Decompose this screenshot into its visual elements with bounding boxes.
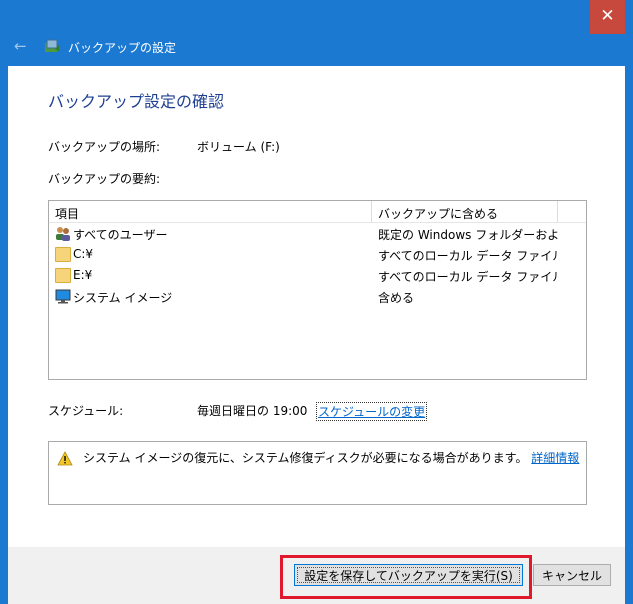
close-button[interactable]: ✕ (590, 0, 625, 34)
column-divider[interactable] (557, 201, 558, 222)
schedule-value: 毎週日曜日の 19:00 (197, 404, 308, 418)
item-name: C:¥ (73, 247, 94, 261)
dialog-footer: 設定を保存してバックアップを実行(S) キャンセル (8, 547, 625, 604)
list-item[interactable]: すべてのユーザー 既定の Windows フォルダーおよ... (49, 223, 586, 244)
column-header-include[interactable]: バックアップに含める (378, 205, 498, 222)
title-bar: ✕ ← バックアップの設定 (0, 0, 633, 66)
folder-icon (55, 268, 71, 283)
item-name: システム イメージ (73, 291, 173, 305)
change-schedule-link[interactable]: スケジュールの変更 (316, 402, 428, 421)
schedule-label: スケジュール: (48, 404, 124, 418)
item-include: すべてのローカル データ ファイル (378, 270, 558, 284)
warning-text: システム イメージの復元に、システム修復ディスクが必要になる場合があります。 (83, 451, 528, 465)
summary-label: バックアップの要約: (48, 172, 161, 186)
list-item[interactable]: E:¥ すべてのローカル データ ファイル (49, 265, 586, 286)
main-content: バックアップ設定の確認 バックアップの場所: ボリューム (F:) バックアップ… (8, 66, 625, 547)
highlight-annotation (280, 555, 532, 599)
column-divider[interactable] (371, 201, 372, 222)
close-icon: ✕ (600, 6, 615, 26)
monitor-icon (55, 289, 71, 304)
warning-panel: システム イメージの復元に、システム修復ディスクが必要になる場合があります。 詳… (48, 441, 587, 505)
back-arrow-icon[interactable]: ← (14, 37, 27, 55)
item-include: 含める (378, 291, 415, 305)
location-label: バックアップの場所: (48, 140, 161, 154)
users-icon (56, 227, 70, 241)
window-title: バックアップの設定 (68, 41, 177, 55)
item-name: E:¥ (73, 268, 93, 282)
backup-summary-list[interactable]: 項目 バックアップに含める すべてのユーザー 既定の Windows フォルダー… (48, 200, 587, 380)
item-include: 既定の Windows フォルダーおよ... (378, 228, 558, 242)
list-header: 項目 バックアップに含める (49, 201, 586, 223)
list-item[interactable]: C:¥ すべてのローカル データ ファイル (49, 244, 586, 265)
column-header-item[interactable]: 項目 (55, 205, 79, 222)
list-item[interactable]: システム イメージ 含める (49, 286, 586, 307)
backup-app-icon (45, 39, 59, 52)
item-include: すべてのローカル データ ファイル (378, 249, 558, 263)
location-value: ボリューム (F:) (197, 140, 280, 154)
more-info-link[interactable]: 詳細情報 (531, 451, 579, 465)
warning-icon (57, 451, 73, 466)
page-title: バックアップ設定の確認 (48, 92, 225, 111)
folder-icon (55, 247, 71, 262)
item-name: すべてのユーザー (73, 228, 168, 242)
cancel-button[interactable]: キャンセル (533, 564, 611, 586)
